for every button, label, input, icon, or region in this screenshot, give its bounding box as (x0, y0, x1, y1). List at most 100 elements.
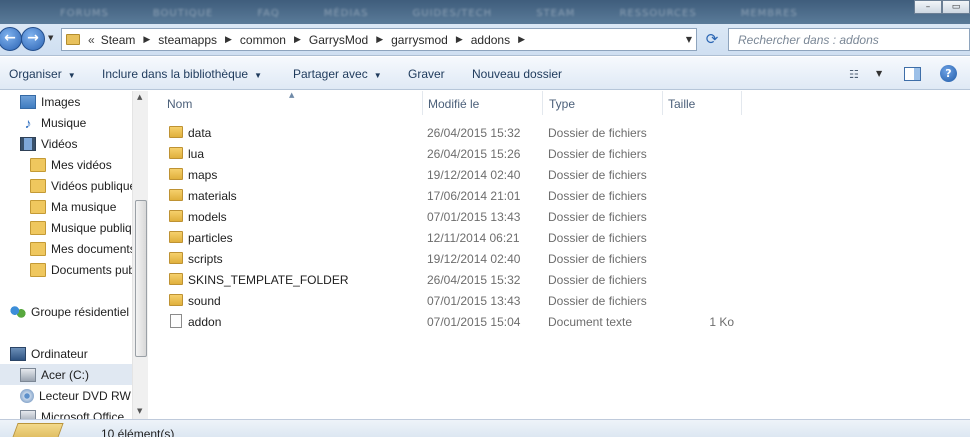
file-list: ▲ Nom Modifié le Type Taille data 26/04/2… (150, 91, 970, 419)
breadcrumb-overflow[interactable]: « (88, 33, 95, 47)
file-row[interactable]: maps 19/12/2014 02:40 Dossier de fichiers (150, 164, 970, 185)
sidebar-item-public-videos[interactable]: Vidéos publiques (30, 175, 132, 196)
sidebar-item-label: Ma musique (51, 199, 117, 214)
navigation-scrollbar[interactable]: ▲ ▼ (132, 91, 148, 419)
folder-icon (169, 294, 183, 306)
window-caption-buttons: – ▭ (914, 0, 970, 14)
sidebar-item-public-music[interactable]: Musique publique (30, 217, 132, 238)
sidebar-item-label: Vidéos publiques (51, 178, 132, 193)
file-name: scripts (188, 252, 223, 266)
breadcrumb-item[interactable]: addons (471, 33, 510, 47)
view-options-icon[interactable]: ☷ (849, 68, 859, 81)
new-folder-button[interactable]: Nouveau dossier (472, 67, 562, 81)
sidebar-item-computer[interactable]: Ordinateur (10, 343, 132, 364)
minimize-button[interactable]: – (914, 0, 942, 14)
breadcrumb-item[interactable]: garrysmod (391, 33, 448, 47)
chevron-right-icon[interactable]: ▶ (456, 34, 463, 45)
file-row[interactable]: models 07/01/2015 13:43 Dossier de fichier… (150, 206, 970, 227)
breadcrumb-item[interactable]: common (240, 33, 286, 47)
homegroup-icon (10, 304, 26, 319)
maximize-button[interactable]: ▭ (942, 0, 970, 14)
folder-icon (30, 220, 46, 235)
file-date: 07/01/2015 13:43 (427, 210, 521, 224)
sidebar-item-my-documents[interactable]: Mes documents (30, 238, 132, 259)
file-type: Dossier de fichiers (548, 168, 647, 182)
chevron-down-icon[interactable]: ▼ (876, 69, 882, 78)
chevron-right-icon[interactable]: ▶ (143, 34, 150, 45)
scrollbar-thumb[interactable] (135, 200, 147, 357)
column-header-modified[interactable]: Modifié le (422, 91, 543, 115)
music-icon: ♪ (24, 114, 32, 131)
column-header-name[interactable]: Nom (161, 91, 423, 115)
file-date: 07/01/2015 13:43 (427, 294, 521, 308)
search-input[interactable]: Rechercher dans : addons (728, 28, 970, 51)
scroll-up-icon[interactable]: ▲ (137, 93, 142, 101)
address-dropdown-icon[interactable]: ▼ (686, 35, 692, 44)
chevron-right-icon[interactable]: ▶ (376, 34, 383, 45)
file-date: 17/06/2014 21:01 (427, 189, 521, 203)
forward-button[interactable]: → (21, 27, 45, 51)
chevron-right-icon[interactable]: ▶ (294, 34, 301, 45)
file-row[interactable]: SKINS_TEMPLATE_FOLDER 26/04/2015 15:32 Dos… (150, 269, 970, 290)
include-library-button[interactable]: Inclure dans la bibliothèque ▼ (102, 67, 262, 81)
breadcrumb-item[interactable]: GarrysMod (309, 33, 368, 47)
scroll-down-icon[interactable]: ▼ (137, 407, 142, 415)
file-type: Dossier de fichiers (548, 126, 647, 140)
background-menu-item: MÉDIAS (323, 8, 369, 19)
background-menu-item: MEMBRES (740, 8, 798, 19)
file-date: 07/01/2015 15:04 (427, 315, 521, 329)
sidebar-item-label: Musique (41, 115, 87, 130)
sidebar-item-label: Microsoft Office (41, 409, 125, 420)
column-header-type[interactable]: Type (543, 91, 663, 115)
breadcrumb-item[interactable]: steamapps (158, 33, 217, 47)
sidebar-item-dvd[interactable]: Lecteur DVD RW (20, 385, 132, 406)
computer-icon (10, 346, 26, 361)
folder-icon (169, 252, 183, 264)
sidebar-item-homegroup[interactable]: Groupe résidentiel (10, 301, 132, 322)
organise-button[interactable]: Organiser ▼ (9, 67, 76, 81)
sidebar-item-label: Lecteur DVD RW (39, 388, 131, 403)
file-date: 19/12/2014 02:40 (427, 252, 521, 266)
sidebar-item-my-videos[interactable]: Mes vidéos (30, 154, 132, 175)
file-row[interactable]: sound 07/01/2015 13:43 Dossier de fichiers (150, 290, 970, 311)
sidebar-item-music[interactable]: ♪ Musique (20, 112, 148, 133)
file-row[interactable]: data 26/04/2015 15:32 Dossier de fichiers (150, 122, 970, 143)
help-icon[interactable]: ? (940, 65, 957, 82)
sidebar-item-videos[interactable]: Vidéos (20, 133, 148, 154)
drive-icon (20, 367, 36, 382)
sidebar-item-my-music[interactable]: Ma musique (30, 196, 132, 217)
preview-pane-icon[interactable] (904, 67, 921, 81)
file-row[interactable]: lua 26/04/2015 15:26 Dossier de fichiers (150, 143, 970, 164)
burn-button[interactable]: Graver (408, 67, 445, 81)
column-header-size[interactable]: Taille (662, 91, 742, 115)
file-row[interactable]: particles 12/11/2014 06:21 Dossier de fich… (150, 227, 970, 248)
address-bar[interactable]: « Steam ▶ steamapps ▶ common ▶ GarrysMod… (61, 28, 697, 51)
folder-icon (169, 231, 183, 243)
sidebar-item-label: Ordinateur (31, 346, 88, 361)
chevron-right-icon[interactable]: ▶ (225, 34, 232, 45)
share-button[interactable]: Partager avec ▼ (293, 67, 382, 81)
address-row: ← → ▼ « Steam ▶ steamapps ▶ common ▶ Gar… (0, 24, 970, 56)
folder-icon (30, 157, 46, 172)
file-row[interactable]: addon 07/01/2015 15:04 Document texte 1 Ko (150, 311, 970, 332)
file-size: 1 Ko (709, 315, 734, 329)
breadcrumb-item[interactable]: Steam (101, 33, 136, 47)
sidebar-item-drive-c[interactable]: Acer (C:) (0, 364, 132, 385)
back-button[interactable]: ← (0, 27, 22, 51)
status-bar: 10 élément(s) (0, 419, 970, 437)
file-name: data (188, 126, 212, 140)
refresh-icon[interactable]: ⟳ (701, 30, 723, 50)
sidebar-item-label: Vidéos (41, 136, 78, 151)
sidebar-item-label: Documents publics (51, 262, 132, 277)
recent-pages-dropdown-icon[interactable]: ▼ (48, 34, 53, 42)
file-row[interactable]: scripts 19/12/2014 02:40 Dossier de fichie… (150, 248, 970, 269)
sidebar-item-public-documents[interactable]: Documents publics (30, 259, 132, 280)
sidebar-item-images[interactable]: Images (20, 91, 148, 112)
share-label: Partager avec (293, 67, 368, 81)
file-name: particles (188, 231, 233, 245)
chevron-right-icon[interactable]: ▶ (518, 34, 525, 45)
file-row[interactable]: materials 17/06/2014 21:01 Dossier de fich… (150, 185, 970, 206)
file-type: Dossier de fichiers (548, 252, 647, 266)
sidebar-item-office[interactable]: Microsoft Office (20, 406, 132, 419)
file-type: Dossier de fichiers (548, 273, 647, 287)
